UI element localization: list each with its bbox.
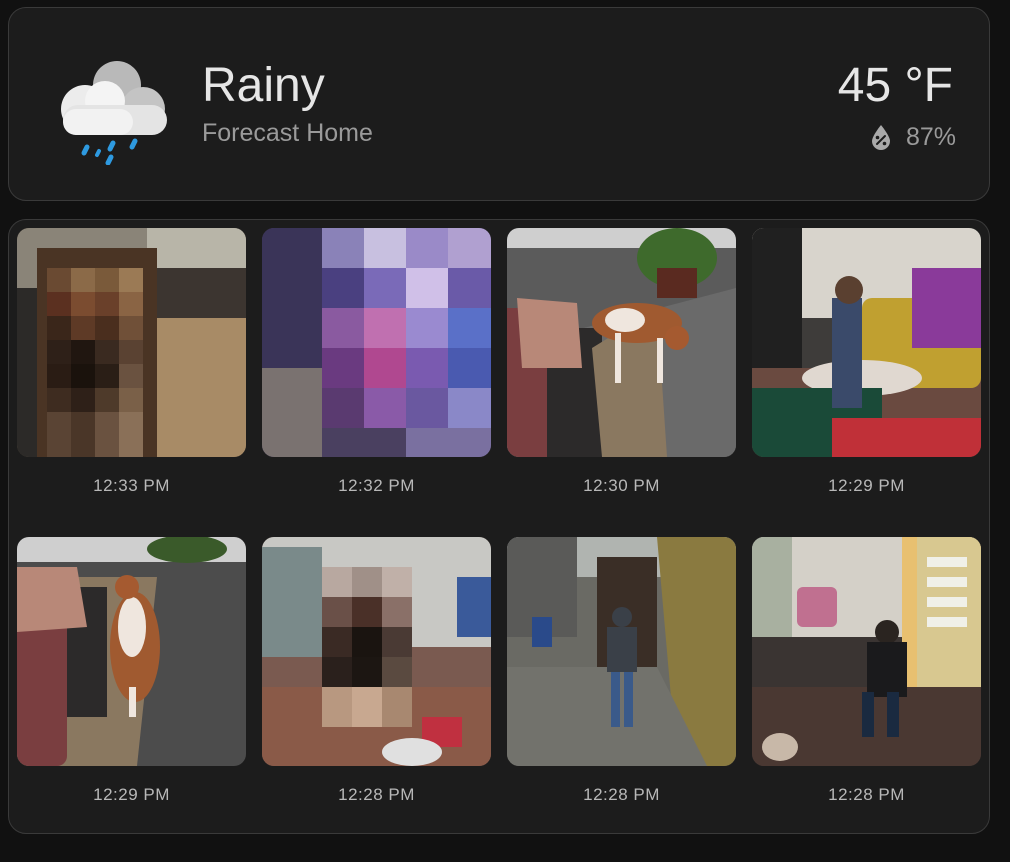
- dog-living-room-image: [507, 228, 736, 457]
- camera-events-card: 12:33 PM 12:32 PM 12:30 PM 12:29 PM 12:2…: [8, 219, 990, 834]
- event-time: 12:33 PM: [93, 476, 170, 495]
- humidity-drop-icon: [871, 125, 890, 150]
- event-time: 12:32 PM: [338, 476, 415, 495]
- dog-on-rug-image: [17, 537, 246, 766]
- camera-thumbnail[interactable]: [17, 537, 246, 766]
- event-time: 12:28 PM: [338, 785, 415, 804]
- camera-thumbnail[interactable]: [752, 537, 981, 766]
- humidity-readout: 87%: [870, 122, 956, 152]
- event-time: 12:29 PM: [828, 476, 905, 495]
- kitchen-snapshot-image: [17, 228, 246, 457]
- pixelated-living-room-image: [262, 537, 491, 766]
- event-time: 12:29 PM: [93, 785, 170, 804]
- weather-condition: Rainy: [202, 59, 325, 112]
- camera-thumbnail[interactable]: [262, 537, 491, 766]
- rain-cloud-icon: [61, 61, 167, 165]
- camera-thumbnail[interactable]: [507, 537, 736, 766]
- front-door-image: [752, 537, 981, 766]
- camera-thumbnail[interactable]: [17, 228, 246, 457]
- weather-card[interactable]: Rainy Forecast Home 45 °F 87%: [8, 7, 990, 201]
- child-living-room-image: [752, 228, 981, 457]
- camera-thumbnail[interactable]: [752, 228, 981, 457]
- event-time: 12:28 PM: [583, 785, 660, 804]
- event-time: 12:28 PM: [828, 785, 905, 804]
- humidity-value: 87%: [905, 123, 956, 151]
- person-in-alley-image: [507, 537, 736, 766]
- camera-thumbnail[interactable]: [507, 228, 736, 457]
- weather-temperature: 45 °F: [837, 59, 953, 112]
- camera-thumbnail[interactable]: [262, 228, 491, 457]
- weather-location: Forecast Home: [202, 119, 373, 147]
- pixelated-snapshot-image: [262, 228, 491, 457]
- event-time: 12:30 PM: [583, 476, 660, 495]
